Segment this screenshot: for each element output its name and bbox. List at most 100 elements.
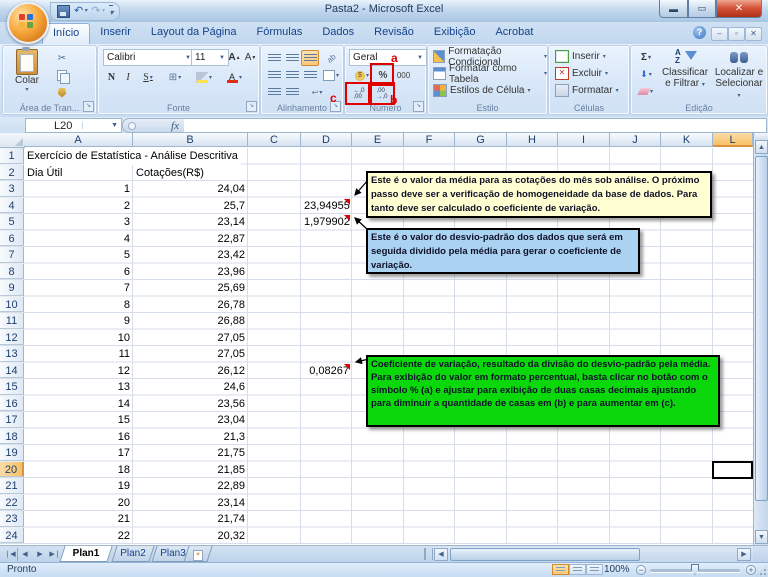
select-all-button[interactable] [0, 133, 25, 148]
wrap-text-button[interactable]: ↩▾ [305, 84, 329, 100]
row-header-16[interactable]: 16 [0, 396, 24, 412]
align-left-button[interactable] [265, 67, 283, 83]
cell-A21[interactable]: 19 [24, 478, 133, 495]
callout-desvio-padrao-note[interactable]: Este é o valor do desvio-padrão dos dado… [366, 228, 640, 274]
row-header-8[interactable]: 8 [0, 264, 24, 280]
cell-B9[interactable]: 25,69 [133, 280, 248, 297]
cell-A24[interactable]: 22 [24, 528, 133, 545]
callout-coeficiente-variacao-note[interactable]: Coeficiente de variação, resultado da di… [366, 355, 720, 427]
font-dialog-launcher[interactable]: ↘ [246, 101, 257, 112]
cell-B19[interactable]: 21,75 [133, 445, 248, 462]
align-bottom-button[interactable] [301, 50, 319, 66]
number-dialog-launcher[interactable]: ↘ [413, 101, 424, 112]
cell-B21[interactable]: 22,89 [133, 478, 248, 495]
cell-B12[interactable]: 27,05 [133, 330, 248, 347]
row-header-15[interactable]: 15 [0, 379, 24, 395]
tab-inserir[interactable]: Inserir [90, 23, 141, 44]
cell-A8[interactable]: 6 [24, 264, 133, 281]
autosum-button[interactable]: Σ▾ [633, 49, 659, 66]
cell-B14[interactable]: 26,12 [133, 363, 248, 380]
cut-button[interactable]: ✂ [51, 50, 73, 67]
zoom-in-button[interactable]: + [746, 565, 756, 575]
row-header-17[interactable]: 17 [0, 412, 24, 428]
scroll-up-button[interactable]: ▲ [755, 140, 768, 154]
row-header-22[interactable]: 22 [0, 495, 24, 511]
clear-button[interactable]: ▾ [633, 83, 659, 100]
cell-A20[interactable]: 18 [24, 462, 133, 479]
cell-A13[interactable]: 11 [24, 346, 133, 363]
row-header-12[interactable]: 12 [0, 330, 24, 346]
bold-button[interactable]: N [103, 68, 120, 86]
next-sheet-button[interactable]: ▶ [33, 548, 47, 561]
align-center-button[interactable] [283, 67, 301, 83]
cell-B2[interactable]: Cotações(R$) [133, 165, 248, 182]
align-top-button[interactable] [265, 50, 283, 66]
format-painter-button[interactable] [51, 84, 73, 101]
sheet-tab-plan2[interactable]: Plan2 [111, 546, 154, 562]
row-header-1[interactable]: 1 [0, 148, 24, 164]
fill-button[interactable]: ⬇▾ [633, 66, 659, 83]
sort-filter-button[interactable]: AZ Classificare Filtrar ▾ [659, 49, 711, 91]
page-break-view-button[interactable] [586, 564, 603, 575]
fill-color-button[interactable]: ▾ [190, 68, 218, 86]
cell-B23[interactable]: 21,74 [133, 511, 248, 528]
scroll-right-button[interactable]: ▶ [737, 548, 751, 561]
vertical-scrollbar[interactable]: ▲ ▼ [753, 133, 768, 545]
col-header-J[interactable]: J [610, 133, 661, 147]
name-box[interactable]: L20▼ [25, 118, 122, 133]
cell-B20[interactable]: 21,85 [133, 462, 248, 479]
cell-B7[interactable]: 23,42 [133, 247, 248, 264]
cell-A4[interactable]: 2 [24, 198, 133, 215]
cell-B24[interactable]: 20,32 [133, 528, 248, 545]
col-header-L[interactable]: L [713, 133, 753, 147]
normal-view-button[interactable] [552, 564, 569, 575]
cell-A12[interactable]: 10 [24, 330, 133, 347]
callout-media-note[interactable]: Este é o valor da média para as cotações… [366, 171, 712, 218]
copy-button[interactable] [51, 67, 73, 84]
cell-B11[interactable]: 26,88 [133, 313, 248, 330]
row-header-21[interactable]: 21 [0, 478, 24, 494]
formula-input[interactable] [184, 118, 767, 133]
row-header-4[interactable]: 4 [0, 198, 24, 214]
col-header-D[interactable]: D [301, 133, 352, 147]
resize-grip[interactable] [755, 564, 768, 577]
cell-A7[interactable]: 5 [24, 247, 133, 264]
workbook-minimize-button[interactable]: ‒ [711, 27, 728, 41]
borders-button[interactable]: ⊞▾ [162, 68, 188, 86]
tab-f-rmulas[interactable]: Fórmulas [247, 23, 313, 44]
prev-sheet-button[interactable]: ◀ [18, 548, 32, 561]
workbook-restore-button[interactable]: ▫ [728, 27, 745, 41]
cell-A6[interactable]: 4 [24, 231, 133, 248]
help-icon[interactable]: ? [693, 26, 706, 39]
tab-in-cio[interactable]: Início [42, 23, 90, 45]
close-button[interactable]: ✕ [716, 0, 762, 18]
cell-B13[interactable]: 27,05 [133, 346, 248, 363]
cell-A15[interactable]: 13 [24, 379, 133, 396]
workbook-close-button[interactable]: ✕ [745, 27, 762, 41]
cell-B8[interactable]: 23,96 [133, 264, 248, 281]
cell-A2[interactable]: Dia Útil [24, 165, 133, 182]
increase-indent-button[interactable] [283, 84, 301, 100]
paste-button[interactable]: Colar ▾ [9, 49, 45, 93]
row-header-7[interactable]: 7 [0, 247, 24, 263]
cell-A14[interactable]: 12 [24, 363, 133, 380]
sheet-tab-plan1[interactable]: Plan1 [59, 546, 112, 562]
row-header-9[interactable]: 9 [0, 280, 24, 296]
col-header-I[interactable]: I [558, 133, 610, 147]
row-header-13[interactable]: 13 [0, 346, 24, 362]
cell-A23[interactable]: 21 [24, 511, 133, 528]
orientation-button[interactable]: ab [321, 50, 341, 66]
row-header-10[interactable]: 10 [0, 297, 24, 313]
merge-center-button[interactable]: ▾ [319, 67, 343, 83]
cell-B6[interactable]: 22,87 [133, 231, 248, 248]
cell-B22[interactable]: 23,14 [133, 495, 248, 512]
row-header-11[interactable]: 11 [0, 313, 24, 329]
row-header-14[interactable]: 14 [0, 363, 24, 379]
row-header-3[interactable]: 3 [0, 181, 24, 197]
office-button[interactable] [7, 2, 49, 44]
italic-button[interactable]: I [120, 68, 136, 86]
col-header-A[interactable]: A [24, 133, 133, 147]
format-as-table-button[interactable]: Formatar como Tabela▾ [433, 66, 547, 81]
insert-worksheet-tab[interactable]: ✶ [183, 546, 212, 562]
cell-B5[interactable]: 23,14 [133, 214, 248, 231]
